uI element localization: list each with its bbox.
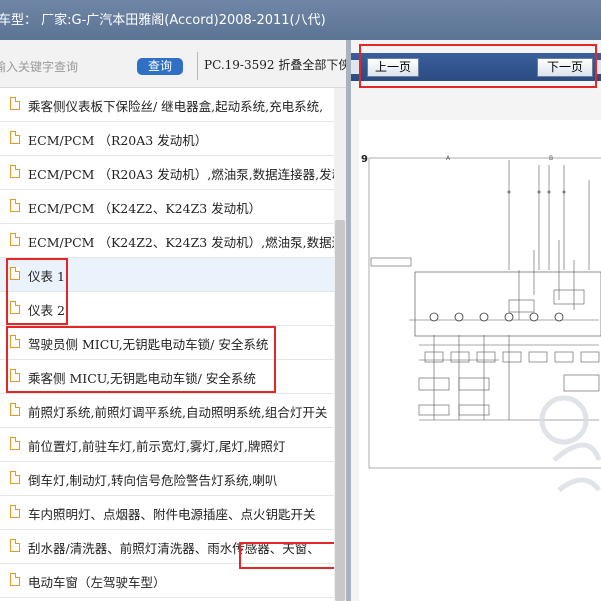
document-icon [10, 573, 20, 586]
list-item-label: 前照灯系统,前照灯调平系统,自动照明系统,组合灯开关 [28, 405, 328, 420]
list-item-label: 电动车窗（左驾驶车型） [28, 575, 166, 590]
list-item-label: ECM/PCM （K24Z2、K24Z3 发动机）,燃油泵,数据连 [28, 235, 334, 250]
document-icon [10, 471, 20, 484]
list-item-label: ECM/PCM （R20A3 发动机） [28, 133, 208, 148]
search-button[interactable]: 查询 [137, 58, 183, 75]
list-item[interactable]: 前照灯系统,前照灯调平系统,自动照明系统,组合灯开关 [0, 394, 334, 428]
list-item[interactable]: ECM/PCM （K24Z2、K24Z3 发动机） [0, 190, 334, 224]
window-title: 车型： 厂家:G-广汽本田雅阁(Accord)2008-2011(八代) [0, 13, 326, 28]
list-item[interactable]: 倒车灯,制动灯,转向信号危险警告灯系统,喇叭 [0, 462, 334, 496]
window-title-bar: 车型： 厂家:G-广汽本田雅阁(Accord)2008-2011(八代) [0, 0, 601, 40]
document-icon [10, 539, 20, 552]
document-icon [10, 97, 20, 110]
highlight-box-page-nav [359, 44, 597, 88]
diagram-column-b: B [549, 155, 554, 162]
list-item-label: 前位置灯,前驻车灯,前示宽灯,雾灯,尾灯,牌照灯 [28, 439, 286, 454]
diagram-viewer: 上一页 下一页 9 A B [351, 40, 601, 601]
list-scrollbar[interactable] [334, 88, 346, 601]
document-list: 乘客侧仪表板下保险丝/ 继电器盒,起动系统,充电系统, ECM/PCM （R20… [0, 88, 334, 601]
document-icon [10, 131, 20, 144]
wiring-diagram [368, 157, 601, 492]
diagram-page-number: 9 [361, 154, 368, 165]
document-icon [10, 165, 20, 178]
nav-bar-left-edge [351, 60, 359, 74]
document-tree-panel: 查询 PC.19-3592 折叠全部下侠 乘客侧仪表板下保险丝/ 继电器盒,起动… [0, 40, 346, 601]
list-item[interactable]: ECM/PCM （K24Z2、K24Z3 发动机）,燃油泵,数据连 [0, 224, 334, 258]
list-item-label: 倒车灯,制动灯,转向信号危险警告灯系统,喇叭 [28, 473, 278, 488]
list-item[interactable]: 前位置灯,前驻车灯,前示宽灯,雾灯,尾灯,牌照灯 [0, 428, 334, 462]
document-icon [10, 199, 20, 212]
scrollbar-thumb[interactable] [335, 220, 345, 601]
document-icon [10, 233, 20, 246]
wiring-diagram-page: 9 A B [359, 120, 601, 601]
document-icon [10, 505, 20, 518]
search-toolbar: 查询 PC.19-3592 折叠全部下侠 [0, 40, 346, 88]
list-item[interactable]: 电动车窗（左驾驶车型） [0, 564, 334, 598]
list-item-label: 乘客侧仪表板下保险丝/ 继电器盒,起动系统,充电系统, [28, 99, 324, 114]
document-icon [10, 403, 20, 416]
highlight-box-ignition-switch [239, 542, 334, 569]
document-code-and-collapse-all[interactable]: PC.19-3592 折叠全部下侠 [197, 52, 346, 80]
list-item[interactable]: ECM/PCM （R20A3 发动机）,燃油泵,数据连接器,发动 [0, 156, 334, 190]
list-item-label: 车内照明灯、点烟器、附件电源插座、点火钥匙开关 [28, 507, 316, 522]
diagram-column-a: A [446, 155, 451, 162]
highlight-box-micu [6, 326, 276, 393]
list-item[interactable]: 车内照明灯、点烟器、附件电源插座、点火钥匙开关 [0, 496, 334, 530]
list-item[interactable]: ECM/PCM （R20A3 发动机） [0, 122, 334, 156]
search-input[interactable] [0, 57, 124, 77]
highlight-box-meters [6, 258, 68, 325]
list-item[interactable]: 乘客侧仪表板下保险丝/ 继电器盒,起动系统,充电系统, [0, 88, 334, 122]
document-icon [10, 437, 20, 450]
list-item-label: ECM/PCM （K24Z2、K24Z3 发动机） [28, 201, 262, 216]
list-item-label: ECM/PCM （R20A3 发动机）,燃油泵,数据连接器,发动 [28, 167, 334, 182]
